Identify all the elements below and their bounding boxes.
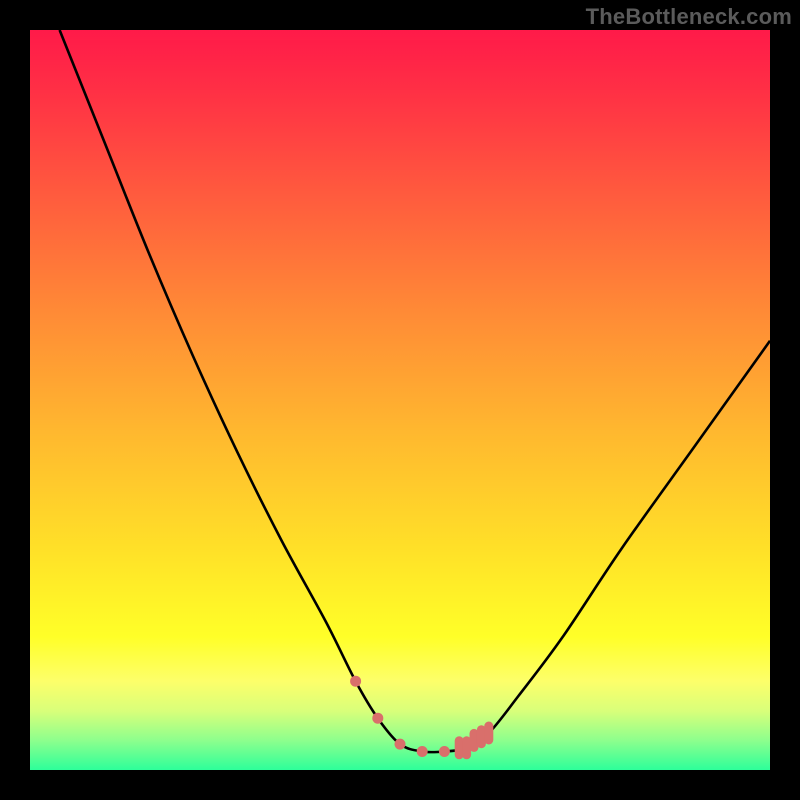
watermark-text: TheBottleneck.com [586, 4, 792, 30]
curve-marker [372, 713, 383, 724]
curve-marker [439, 746, 450, 757]
bottleneck-curve-svg [30, 30, 770, 770]
curve-marker [350, 676, 361, 687]
chart-plot-area [30, 30, 770, 770]
curve-marker [395, 739, 406, 750]
curve-marker [417, 746, 428, 757]
bottleneck-curve [60, 30, 770, 752]
curve-markers [350, 676, 489, 757]
